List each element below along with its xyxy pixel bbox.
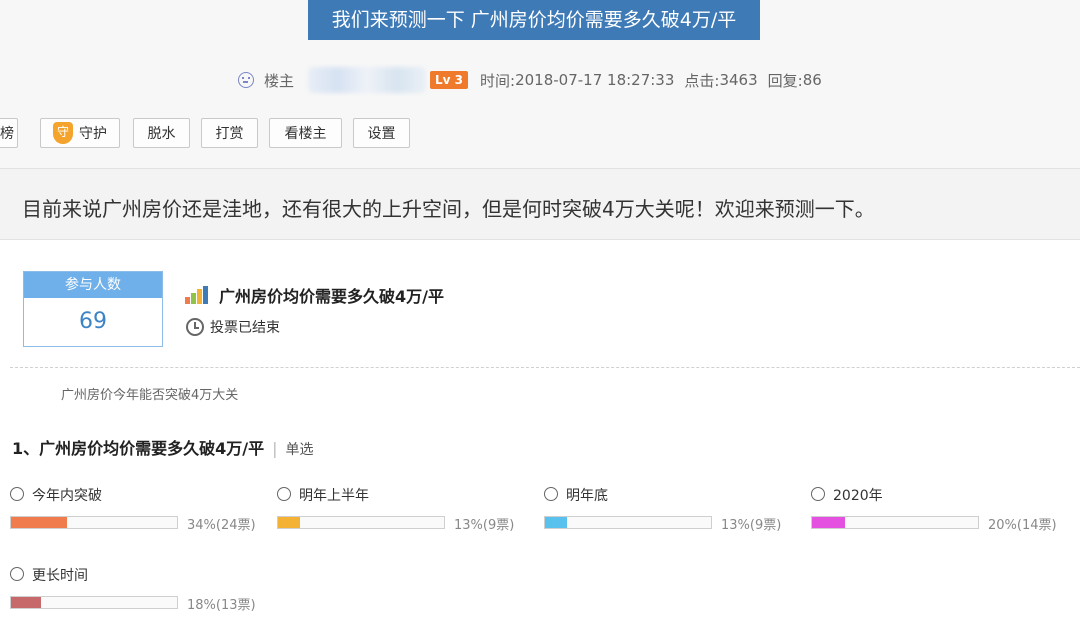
author-only-button[interactable]: 看楼主 (269, 118, 342, 148)
views-count: 3463 (719, 71, 758, 89)
option-bar (10, 596, 178, 609)
poll-option: 明年上半年 13%(9票) (277, 487, 547, 543)
question-title: 1、广州房价均价需要多久破4万/平 | 单选 (12, 435, 314, 459)
option-stat: 20%(14票) (988, 518, 1057, 533)
question-type: 单选 (285, 442, 314, 458)
option-bar (277, 516, 445, 529)
option-stat: 13%(9票) (721, 518, 782, 533)
option-label[interactable]: 2020年 (833, 485, 883, 505)
lead-text: 目前来说广州房价还是洼地，还有很大的上升空间，但是何时突破4万大关呢！欢迎来预测… (22, 197, 875, 221)
clock-icon (186, 318, 204, 336)
poll-status: 投票已结束 (210, 320, 280, 336)
option-label[interactable]: 今年内突破 (32, 485, 102, 505)
question-text: 1、广州房价均价需要多久破4万/平 (12, 439, 265, 458)
post-time: 2018-07-17 18:27:33 (515, 71, 675, 89)
question-separator: | (272, 439, 278, 458)
poll-title: 广州房价均价需要多久破4万/平 (219, 287, 444, 306)
poll-status-row: 投票已结束 (186, 317, 280, 337)
option-bar-fill (812, 517, 846, 528)
guard-button[interactable]: 守守护 (40, 118, 120, 148)
poll-option: 更长时间 18%(13票) (10, 567, 280, 623)
face-icon (238, 72, 254, 88)
poll-option: 2020年 20%(14票) (811, 487, 1080, 543)
option-radio[interactable] (811, 487, 825, 501)
participants-box: 参与人数 69 (23, 271, 163, 347)
post-title: 我们来预测一下 广州房价均价需要多久破4万/平 (308, 0, 760, 40)
option-label[interactable]: 明年底 (566, 485, 608, 505)
post-header: 我们来预测一下 广州房价均价需要多久破4万/平 楼主 Lv 3 时间: 2018… (0, 0, 1080, 168)
option-label[interactable]: 更长时间 (32, 565, 88, 585)
poll-description: 广州房价今年能否突破4万大关 (61, 388, 239, 403)
option-bar (544, 516, 712, 529)
option-radio[interactable] (10, 567, 24, 581)
shield-icon-char: 守 (56, 125, 69, 139)
option-bar (10, 516, 178, 529)
dehydrate-button[interactable]: 脱水 (133, 118, 190, 148)
participants-count: 69 (79, 309, 107, 334)
option-bar-fill (11, 517, 68, 528)
option-label[interactable]: 明年上半年 (299, 485, 369, 505)
option-stat: 13%(9票) (454, 518, 515, 533)
time-label: 时间: (480, 71, 516, 90)
post-meta: 楼主 Lv 3 时间: 2018-07-17 18:27:33 点击: 3463… (238, 67, 822, 93)
views-label: 点击: (684, 71, 720, 90)
option-stat: 34%(24票) (187, 518, 256, 533)
divider (10, 367, 1080, 368)
poll-option: 明年底 13%(9票) (544, 487, 814, 543)
replies-count: 86 (802, 71, 822, 89)
rank-button[interactable]: 榜 (0, 118, 18, 148)
participants-label: 参与人数 (24, 272, 162, 298)
lead-paragraph: 目前来说广州房价还是洼地，还有很大的上升空间，但是何时突破4万大关呢！欢迎来预测… (0, 168, 1080, 240)
option-bar-fill (278, 517, 300, 528)
poll-title-row: 广州房价均价需要多久破4万/平 (185, 283, 444, 307)
option-radio[interactable] (277, 487, 291, 501)
author-name-blurred[interactable] (308, 67, 427, 93)
level-badge: Lv 3 (430, 71, 469, 89)
option-bar (811, 516, 979, 529)
replies-label: 回复: (767, 71, 803, 90)
option-radio[interactable] (10, 487, 24, 501)
shield-icon: 守 (53, 122, 73, 144)
bar-chart-icon (185, 286, 208, 304)
poll-option: 今年内突破 34%(24票) (10, 487, 280, 543)
settings-button[interactable]: 设置 (353, 118, 410, 148)
tip-button[interactable]: 打赏 (201, 118, 258, 148)
guard-button-label: 守护 (79, 126, 107, 142)
option-bar-fill (11, 597, 41, 608)
option-stat: 18%(13票) (187, 598, 256, 613)
author-role: 楼主 (264, 71, 295, 90)
option-bar-fill (545, 517, 567, 528)
option-radio[interactable] (544, 487, 558, 501)
